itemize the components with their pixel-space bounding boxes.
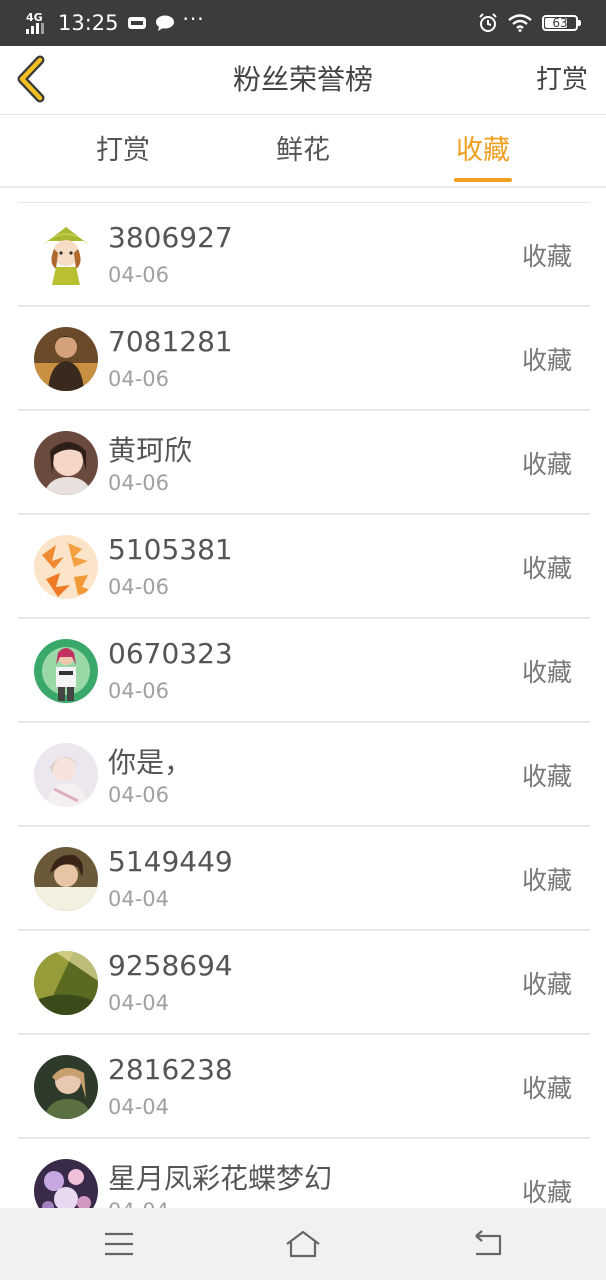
app-header: 粉丝荣誉榜 打赏 (0, 46, 606, 115)
tab-bar: 打赏 鲜花 收藏 (0, 114, 606, 188)
tab-favorites[interactable]: 收藏 (423, 114, 543, 186)
avatar (34, 535, 98, 599)
chat-icon (155, 15, 174, 31)
list-item[interactable]: 星月凤彩花蝶梦幻 04-04 收藏 (18, 1139, 590, 1209)
list-item[interactable]: 黄珂欣 04-06 收藏 (18, 411, 590, 515)
battery-level: 63 (552, 16, 568, 30)
list-item[interactable]: 你是， 04-06 收藏 (18, 723, 590, 827)
list-item[interactable]: 2816238 04-04 收藏 (18, 1035, 590, 1139)
item-action: 收藏 (521, 554, 572, 583)
item-date: 04-06 (108, 263, 170, 287)
item-action: 收藏 (521, 450, 572, 479)
tab-reward[interactable]: 打赏 (63, 114, 183, 186)
user-name: 黄珂欣 (108, 434, 193, 467)
signal-icon: 4G (26, 12, 50, 34)
avatar (34, 951, 98, 1015)
item-action: 收藏 (521, 762, 572, 791)
item-date: 04-04 (108, 887, 170, 911)
user-name: 5105381 (108, 533, 233, 566)
alarm-icon (479, 13, 497, 32)
item-date: 04-06 (108, 367, 170, 391)
more-notifications: ··· (182, 7, 205, 31)
item-date: 04-06 (108, 471, 170, 495)
item-action: 收藏 (521, 970, 572, 999)
item-date: 04-04 (108, 991, 170, 1015)
fan-list: 3806927 04-06 收藏 7081281 04-06 收藏 黄珂欣 04… (18, 202, 590, 1209)
back-nav-icon[interactable] (468, 1226, 508, 1262)
user-name: 9258694 (108, 949, 233, 982)
user-name: 2816238 (108, 1053, 233, 1086)
item-action: 收藏 (521, 866, 572, 895)
user-name: 星月凤彩花蝶梦幻 (108, 1162, 333, 1195)
status-time: 13:25 (58, 11, 119, 35)
list-item[interactable]: 9258694 04-04 收藏 (18, 931, 590, 1035)
page-title: 粉丝荣誉榜 (232, 63, 373, 96)
system-nav-bar (0, 1208, 606, 1280)
list-item[interactable]: 0670323 04-06 收藏 (18, 619, 590, 723)
avatar (34, 431, 98, 495)
reward-button[interactable]: 打赏 (536, 46, 588, 114)
user-name: 0670323 (108, 637, 233, 670)
menu-icon[interactable] (99, 1226, 139, 1262)
item-action: 收藏 (521, 346, 572, 375)
item-date: 04-06 (108, 783, 170, 807)
avatar (34, 1159, 98, 1209)
user-name: 3806927 (108, 221, 233, 254)
item-action: 收藏 (521, 658, 572, 687)
battery-icon: 63 (542, 15, 581, 31)
item-action: 收藏 (521, 1074, 572, 1103)
user-name: 5149449 (108, 845, 233, 878)
tab-flowers[interactable]: 鲜花 (243, 114, 363, 186)
item-action: 收藏 (521, 1178, 572, 1207)
home-icon[interactable] (283, 1226, 323, 1262)
status-bar: 4G 13:25 ··· 63 (0, 0, 606, 46)
user-name: 你是， (108, 746, 193, 779)
wifi-icon (508, 14, 532, 32)
avatar (34, 327, 98, 391)
list-item[interactable]: 5149449 04-04 收藏 (18, 827, 590, 931)
network-type: 4G (26, 11, 43, 24)
item-date: 04-06 (108, 575, 170, 599)
avatar (34, 743, 98, 807)
avatar (34, 1055, 98, 1119)
notification-icon (127, 17, 146, 29)
list-item[interactable]: 7081281 04-06 收藏 (18, 307, 590, 411)
item-action: 收藏 (521, 242, 572, 271)
avatar (34, 223, 98, 287)
avatar (34, 639, 98, 703)
list-item[interactable]: 3806927 04-06 收藏 (18, 203, 590, 307)
item-date: 04-06 (108, 679, 170, 703)
user-name: 7081281 (108, 325, 233, 358)
item-date: 04-04 (108, 1095, 170, 1119)
avatar (34, 847, 98, 911)
list-item[interactable]: 5105381 04-06 收藏 (18, 515, 590, 619)
